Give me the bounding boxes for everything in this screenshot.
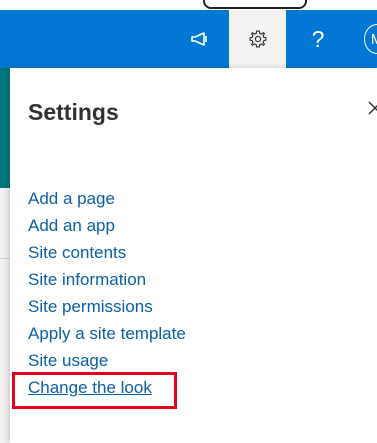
close-icon[interactable] [368, 101, 377, 115]
menu-item-site-information[interactable]: Site information [28, 269, 186, 296]
suite-bar: ? M [0, 10, 377, 68]
panel-title: Settings [28, 99, 119, 125]
settings-panel: Settings Add a page Add an app Site cont… [10, 68, 377, 443]
menu-item-add-app[interactable]: Add an app [28, 215, 186, 242]
browser-top-strip [0, 0, 377, 10]
account-button[interactable]: M [350, 10, 377, 68]
menu-item-site-contents[interactable]: Site contents [28, 242, 186, 269]
menu-item-site-permissions[interactable]: Site permissions [28, 296, 186, 323]
announcements-button[interactable] [172, 10, 228, 68]
gear-icon [249, 30, 266, 48]
help-button[interactable]: ? [290, 10, 346, 68]
page-divider [0, 258, 10, 259]
settings-button[interactable] [229, 10, 286, 68]
highlight-annotation-box [12, 372, 177, 409]
page-background-sliver [0, 188, 10, 443]
browser-address-pill[interactable] [203, 0, 307, 9]
menu-item-apply-site-template[interactable]: Apply a site template [28, 323, 186, 350]
avatar: M [364, 24, 377, 54]
site-header-sliver [0, 68, 10, 188]
megaphone-icon [191, 32, 207, 46]
menu-item-add-page[interactable]: Add a page [28, 188, 186, 215]
help-icon: ? [311, 25, 325, 52]
screen: ? M Settings Add a page Add an app Site … [0, 0, 377, 443]
